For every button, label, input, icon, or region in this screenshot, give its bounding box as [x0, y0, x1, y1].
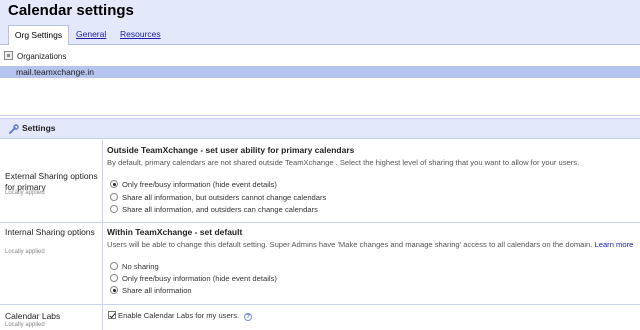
internal-option-free-busy[interactable]: Only free/busy information (hide event d…	[110, 274, 277, 284]
tab-resources[interactable]: Resources	[120, 25, 161, 45]
organizations-heading: Organizations	[17, 52, 67, 61]
tab-general[interactable]: General	[76, 25, 106, 45]
settings-header: Settings	[0, 118, 640, 139]
enable-calendar-labs-option[interactable]: Enable Calendar Labs for my users.?	[108, 311, 253, 321]
page-title: Calendar settings	[8, 2, 134, 19]
internal-locally-applied: Locally applied	[5, 249, 45, 255]
learn-more-link[interactable]: Learn more	[595, 240, 634, 249]
help-icon[interactable]: ?	[244, 313, 253, 321]
organization-icon	[4, 51, 13, 60]
radio-button[interactable]	[110, 286, 118, 294]
internal-sharing-label: Internal Sharing options	[5, 227, 95, 237]
wrench-icon	[9, 124, 19, 134]
external-locally-applied: Locally applied	[5, 190, 45, 196]
column-divider	[102, 140, 103, 330]
radio-button[interactable]	[110, 180, 118, 188]
internal-option-no-sharing[interactable]: No sharing	[110, 262, 159, 272]
external-option-share-edit[interactable]: Share all information, and outsiders can…	[110, 205, 318, 215]
org-tree-item-label[interactable]: mail.teamxchange.in	[16, 67, 94, 77]
organizations-panel	[0, 45, 640, 115]
calendar-labs-label: Calendar Labs	[5, 311, 61, 321]
internal-sharing-description: Users will be able to change this defaul…	[107, 240, 634, 249]
row-divider	[0, 304, 640, 305]
enable-labs-checkbox[interactable]	[108, 311, 116, 319]
internal-option-share-all[interactable]: Share all information	[110, 286, 192, 296]
tab-org-settings[interactable]: Org Settings	[8, 25, 69, 45]
radio-button[interactable]	[110, 205, 118, 213]
internal-sharing-title: Within TeamXchange - set default	[107, 227, 243, 237]
external-sharing-title: Outside TeamXchange - set user ability f…	[107, 145, 355, 155]
external-option-share-read[interactable]: Share all information, but outsiders can…	[110, 193, 326, 203]
row-divider	[0, 222, 640, 223]
radio-button[interactable]	[110, 274, 118, 282]
org-tree-item-selected[interactable]	[0, 66, 640, 78]
radio-button[interactable]	[110, 193, 118, 201]
organizations-header: Organizations	[4, 51, 66, 63]
external-option-free-busy[interactable]: Only free/busy information (hide event d…	[110, 180, 277, 190]
settings-heading: Settings	[22, 123, 56, 133]
organizations-divider	[0, 115, 640, 116]
labs-locally-applied: Locally applied	[5, 322, 45, 328]
external-sharing-description: By default, primary calendars are not sh…	[107, 158, 580, 167]
radio-button[interactable]	[110, 262, 118, 270]
external-sharing-label: External Sharing options for primary	[5, 171, 98, 192]
